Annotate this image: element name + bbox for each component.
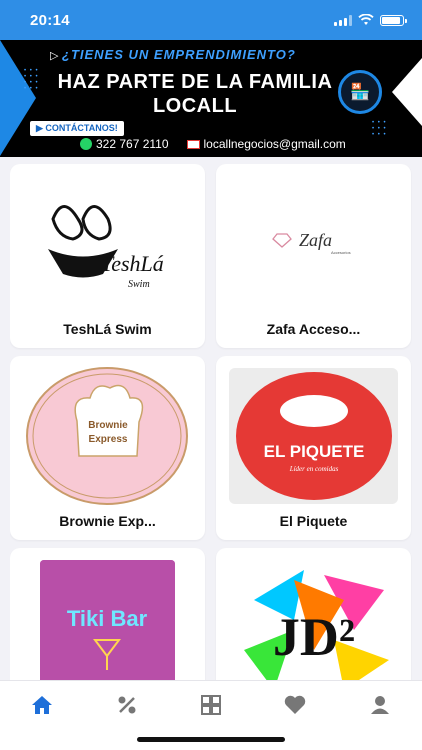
percent-icon xyxy=(118,696,136,714)
banner-phone[interactable]: 322 767 2110 xyxy=(80,137,169,151)
locall-logo-icon: 🏪 xyxy=(338,70,382,114)
store-logo: JD² xyxy=(229,560,398,680)
tab-categories[interactable] xyxy=(186,689,236,721)
email-address: locallnegocios@gmail.com xyxy=(203,137,346,151)
banner-title-line1: HAZ PARTE DE LA FAMILIA xyxy=(57,71,333,93)
home-icon xyxy=(32,696,53,714)
zafa-logo-text: Zafa xyxy=(299,230,332,250)
tab-favorites[interactable] xyxy=(270,689,320,721)
store-logo: Zafa Accesorios xyxy=(229,176,398,312)
store-name: TeshLá Swim xyxy=(63,321,152,337)
store-card[interactable]: Brownie Express Brownie Exp... xyxy=(10,356,205,540)
store-card[interactable]: Tiki Bar xyxy=(10,548,205,680)
store-logo: Brownie Express xyxy=(23,367,192,505)
play-icon: ▷ xyxy=(50,50,59,62)
store-card[interactable]: JD² xyxy=(216,548,411,680)
dots-decoration: • • • • • • • • • xyxy=(372,120,387,138)
signal-icon xyxy=(334,14,352,26)
tab-discounts[interactable] xyxy=(102,689,152,721)
phone-number: 322 767 2110 xyxy=(96,137,169,151)
store-name: Brownie Exp... xyxy=(59,513,156,529)
wifi-icon xyxy=(358,14,374,25)
store-card[interactable]: EL PIQUETE Líder en comidas El Piquete xyxy=(216,356,411,540)
tab-home[interactable] xyxy=(17,689,67,721)
jd-logo-text: JD² xyxy=(272,607,354,667)
mail-icon xyxy=(186,139,200,149)
banner-triangle-right xyxy=(392,58,422,126)
battery-icon xyxy=(380,14,407,26)
contact-cta[interactable]: ▶ CONTÁCTANOS! xyxy=(30,121,124,136)
svg-text:Express: Express xyxy=(89,434,128,445)
banner-triangle-left xyxy=(0,40,36,156)
store-card[interactable]: Zafa Accesorios Zafa Acceso... xyxy=(216,164,411,348)
svg-text:Brownie: Brownie xyxy=(88,420,128,431)
promo-banner[interactable]: ▷ ¿TIENES UN EMPRENDIMIENTO? HAZ PARTE D… xyxy=(0,40,422,157)
banner-email[interactable]: locallnegocios@gmail.com xyxy=(186,137,346,151)
store-logo: TeshLá Swim xyxy=(23,176,192,312)
store-logo: Tiki Bar xyxy=(40,560,175,680)
teshla-logo-text: TeshLá xyxy=(101,251,164,276)
banner-contact: 322 767 2110 locallnegocios@gmail.com xyxy=(80,137,346,151)
banner-title-line2: LOCALL xyxy=(152,95,238,117)
store-logo: EL PIQUETE Líder en comidas xyxy=(229,368,398,504)
heart-icon xyxy=(285,695,306,714)
store-grid: TeshLá Swim TeshLá Swim Zafa Accesorios … xyxy=(10,164,412,680)
whatsapp-icon xyxy=(80,138,92,150)
store-card[interactable]: TeshLá Swim TeshLá Swim xyxy=(10,164,205,348)
store-name: El Piquete xyxy=(279,513,348,529)
grid-icon xyxy=(200,695,221,715)
home-indicator xyxy=(137,737,285,742)
store-name: Zafa Acceso... xyxy=(266,321,361,337)
status-bar: 20:14 xyxy=(0,0,422,40)
status-time: 20:14 xyxy=(30,11,70,29)
banner-title: HAZ PARTE DE LA FAMILIA LOCALL xyxy=(50,70,340,118)
teshla-logo-sub: Swim xyxy=(128,279,150,290)
tab-profile[interactable] xyxy=(355,689,405,721)
profile-icon xyxy=(370,696,389,714)
piquete-logo-text: EL PIQUETE xyxy=(263,442,364,461)
status-icons xyxy=(334,14,407,26)
zafa-logo-sub: Accesorios xyxy=(331,250,351,255)
banner-headline: ¿TIENES UN EMPRENDIMIENTO? xyxy=(62,47,296,62)
dots-decoration: • • • • • • • • • • • • xyxy=(24,68,39,92)
tiki-logo-text: Tiki Bar xyxy=(67,606,148,631)
piquete-logo-sub: Líder en comidas xyxy=(288,465,338,473)
